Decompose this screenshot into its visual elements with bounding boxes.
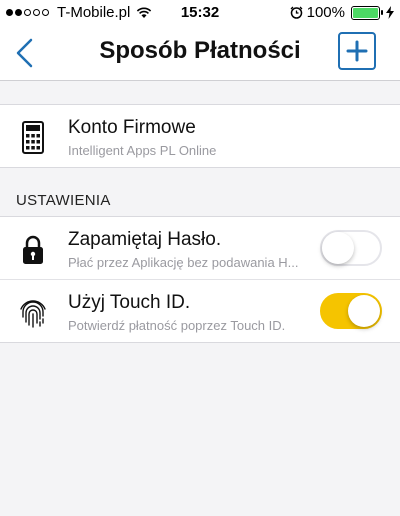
touch-id-toggle[interactable] <box>320 293 382 329</box>
lock-icon <box>18 233 48 267</box>
plus-icon <box>346 40 368 62</box>
toggle-knob <box>348 295 380 327</box>
alarm-icon <box>290 6 303 19</box>
account-subtitle: Intelligent Apps PL Online <box>68 143 217 158</box>
charging-bolt-icon <box>386 6 394 19</box>
battery-percent: 100% <box>306 4 345 21</box>
navigation-bar: Sposób Płatności <box>0 26 400 81</box>
battery-icon <box>351 5 383 20</box>
fingerprint-icon <box>18 296 48 330</box>
settings-section-header: USTAWIENIA <box>16 192 111 209</box>
status-right: 100% <box>290 4 394 21</box>
remember-password-toggle[interactable] <box>320 230 382 266</box>
account-row[interactable]: Konto Firmowe Intelligent Apps PL Online <box>0 105 400 167</box>
account-title: Konto Firmowe <box>68 117 196 138</box>
settings-card: Zapamiętaj Hasło. Płać przez Aplikację b… <box>0 216 400 343</box>
remember-password-title: Zapamiętaj Hasło. <box>68 229 222 250</box>
toggle-knob <box>322 232 354 264</box>
touch-id-subtitle: Potwierdź płatność poprzez Touch ID. <box>68 318 286 333</box>
remember-password-subtitle: Płać przez Aplikację bez podawania H... <box>68 255 299 270</box>
status-bar: T-Mobile.pl 15:32 100% <box>0 0 400 26</box>
calculator-icon <box>18 121 48 155</box>
settings-row-remember-password: Zapamiętaj Hasło. Płać przez Aplikację b… <box>0 217 400 279</box>
account-card: Konto Firmowe Intelligent Apps PL Online <box>0 104 400 168</box>
add-payment-method-button[interactable] <box>338 32 376 70</box>
settings-row-touch-id: Użyj Touch ID. Potwierdź płatność poprze… <box>0 279 400 342</box>
touch-id-title: Użyj Touch ID. <box>68 292 191 313</box>
